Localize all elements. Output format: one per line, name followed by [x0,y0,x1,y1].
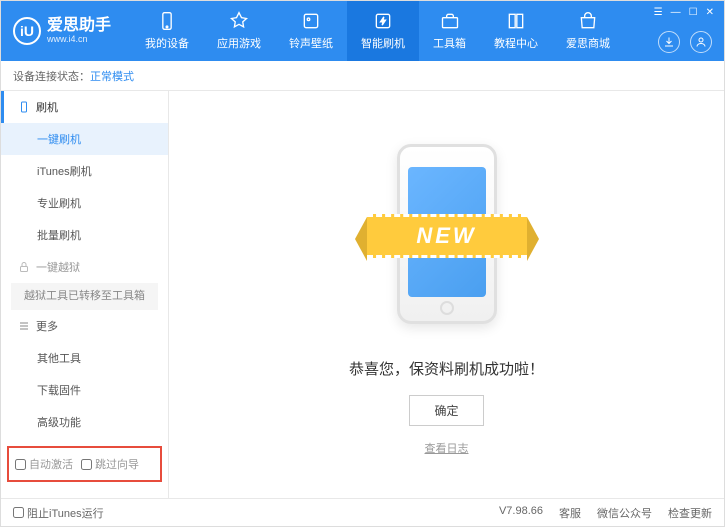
auto-activate-checkbox[interactable]: 自动激活 [15,456,73,472]
phone-illustration: NEW [387,134,507,334]
status-label: 设备连接状态： [13,68,90,84]
view-log-link[interactable]: 查看日志 [425,440,469,456]
footer-left: 阻止iTunes运行 [13,505,104,521]
apps-icon [229,11,249,31]
header-actions [658,31,712,53]
logo-icon: iU [13,17,41,45]
media-icon [301,11,321,31]
header: iU 爱思助手 www.i4.cn 我的设备 应用游戏 铃声壁纸 智能刷机 [1,1,724,61]
sidebar-section-more[interactable]: 更多 [1,310,168,342]
sidebar-item-pro-flash[interactable]: 专业刷机 [1,187,168,219]
nav-tutorials[interactable]: 教程中心 [480,1,552,61]
nav-label: 教程中心 [494,35,538,51]
top-nav: 我的设备 应用游戏 铃声壁纸 智能刷机 工具箱 教程中心 [131,1,624,61]
window-controls: ☰ — ☐ ✕ [654,7,714,18]
nav-label: 爱思商城 [566,35,610,51]
nav-label: 我的设备 [145,35,189,51]
sidebar-section-label: 刷机 [36,99,58,115]
download-icon [663,36,675,48]
app-url: www.i4.cn [47,34,111,44]
phone-home-button [440,301,454,315]
sidebar-item-download-firmware[interactable]: 下载固件 [1,374,168,406]
checkbox-input[interactable] [13,507,24,518]
sidebar-section-label: 一键越狱 [36,259,80,275]
menu-icon[interactable]: ☰ [654,7,663,18]
device-icon [157,11,177,31]
nav-smart-flash[interactable]: 智能刷机 [347,1,419,61]
sidebar-item-other-tools[interactable]: 其他工具 [1,342,168,374]
footer-link-update[interactable]: 检查更新 [668,505,712,521]
skip-guide-checkbox[interactable]: 跳过向导 [81,456,139,472]
sidebar-item-batch-flash[interactable]: 批量刷机 [1,219,168,251]
maximize-icon[interactable]: ☐ [689,7,698,18]
status-mode: 正常模式 [90,68,134,84]
ok-button[interactable]: 确定 [409,395,483,426]
minimize-icon[interactable]: — [671,7,681,18]
sidebar-item-advanced[interactable]: 高级功能 [1,406,168,438]
status-bar: 设备连接状态： 正常模式 [1,61,724,91]
user-icon [695,36,707,48]
block-itunes-checkbox[interactable]: 阻止iTunes运行 [13,505,104,521]
checkbox-label: 自动激活 [29,456,73,472]
highlight-options-box: 自动激活 跳过向导 [7,446,162,482]
toolbox-icon [440,11,460,31]
sidebar-item-oneclick-flash[interactable]: 一键刷机 [1,123,168,155]
sidebar-section-label: 更多 [36,318,58,334]
logo: iU 爱思助手 www.i4.cn [13,17,111,45]
download-button[interactable] [658,31,680,53]
sidebar-item-itunes-flash[interactable]: iTunes刷机 [1,155,168,187]
sidebar: 刷机 一键刷机 iTunes刷机 专业刷机 批量刷机 一键越狱 越狱工具已转移至… [1,91,169,498]
close-icon[interactable]: ✕ [706,7,714,18]
checkbox-label: 阻止iTunes运行 [27,505,104,521]
nav-label: 智能刷机 [361,35,405,51]
lock-icon [18,261,30,273]
success-message: 恭喜您，保资料刷机成功啦！ [349,358,544,379]
footer-link-support[interactable]: 客服 [559,505,581,521]
sidebar-jailbreak-note: 越狱工具已转移至工具箱 [11,283,158,310]
sidebar-section-flash[interactable]: 刷机 [1,91,168,123]
store-icon [578,11,598,31]
main-content: NEW 恭喜您，保资料刷机成功啦！ 确定 查看日志 [169,91,724,498]
checkbox-input[interactable] [15,459,26,470]
nav-my-device[interactable]: 我的设备 [131,1,203,61]
nav-label: 应用游戏 [217,35,261,51]
menu-icon [18,320,30,332]
nav-label: 工具箱 [433,35,466,51]
sidebar-section-jailbreak: 一键越狱 [1,251,168,283]
checkbox-label: 跳过向导 [95,456,139,472]
nav-ringtone-wallpaper[interactable]: 铃声壁纸 [275,1,347,61]
app-title: 爱思助手 [47,18,111,34]
footer-link-wechat[interactable]: 微信公众号 [597,505,652,521]
footer-right: V7.98.66 客服 微信公众号 检查更新 [499,505,712,521]
nav-label: 铃声壁纸 [289,35,333,51]
book-icon [506,11,526,31]
version-label: V7.98.66 [499,505,543,521]
phone-icon [18,101,30,113]
nav-toolbox[interactable]: 工具箱 [419,1,480,61]
device-info: iPhone 15 Pro Max 512GB iPhone [1,490,168,498]
checkbox-input[interactable] [81,459,92,470]
new-ribbon: NEW [367,214,527,258]
footer: 阻止iTunes运行 V7.98.66 客服 微信公众号 检查更新 [1,498,724,526]
nav-store[interactable]: 爱思商城 [552,1,624,61]
flash-icon [373,11,393,31]
nav-apps-games[interactable]: 应用游戏 [203,1,275,61]
user-button[interactable] [690,31,712,53]
